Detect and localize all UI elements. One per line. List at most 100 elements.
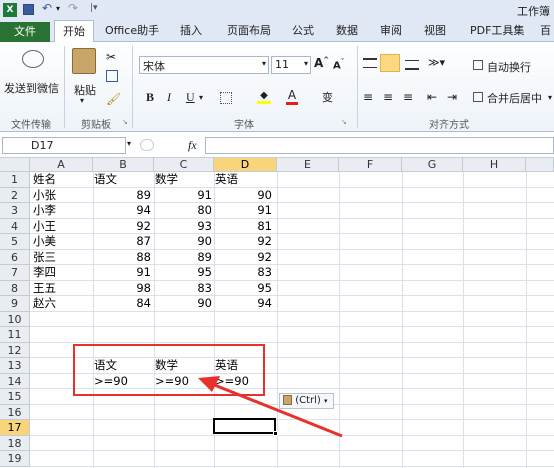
paste-options-button[interactable]: (Ctrl) ▾ bbox=[279, 393, 334, 409]
orientation-icon[interactable]: ≫▾ bbox=[428, 56, 445, 69]
table-cell[interactable]: 92 bbox=[216, 234, 272, 249]
table-cell[interactable]: 80 bbox=[156, 203, 212, 218]
format-painter-icon[interactable]: 🖌 bbox=[106, 92, 121, 106]
table-cell[interactable]: 91 bbox=[95, 265, 151, 280]
table-cell[interactable]: 小王 bbox=[33, 219, 56, 234]
row-header[interactable]: 9 bbox=[0, 296, 30, 312]
tab-office-assistant[interactable]: Office助手 bbox=[105, 20, 159, 42]
table-cell[interactable]: 94 bbox=[216, 296, 272, 311]
select-all-corner[interactable] bbox=[0, 158, 30, 172]
table-cell[interactable]: 81 bbox=[216, 219, 272, 234]
copy-icon[interactable] bbox=[106, 70, 118, 82]
table-cell[interactable]: 张三 bbox=[33, 250, 56, 265]
align-top-icon[interactable] bbox=[363, 58, 377, 68]
undo-icon[interactable]: ↶ bbox=[42, 1, 52, 15]
row-header[interactable]: 12 bbox=[0, 342, 30, 358]
formula-input[interactable] bbox=[205, 137, 554, 154]
table-cell[interactable]: 93 bbox=[156, 219, 212, 234]
tab-pdf-tools[interactable]: PDF工具集 bbox=[470, 20, 524, 42]
header-cell[interactable]: 姓名 bbox=[33, 172, 56, 187]
table-cell[interactable]: 84 bbox=[95, 296, 151, 311]
table-cell[interactable]: 小美 bbox=[33, 234, 56, 249]
bold-button[interactable]: B bbox=[146, 90, 154, 105]
decrease-indent-icon[interactable]: ⇤ bbox=[427, 90, 437, 104]
header-cell[interactable]: 英语 bbox=[215, 172, 238, 187]
table-cell[interactable]: 87 bbox=[95, 234, 151, 249]
tab-file[interactable]: 文件 bbox=[0, 22, 50, 42]
table-cell[interactable]: 91 bbox=[156, 188, 212, 203]
row-header[interactable]: 6 bbox=[0, 249, 30, 265]
font-color-icon[interactable]: A bbox=[286, 88, 298, 105]
underline-button[interactable]: U bbox=[186, 90, 195, 105]
column-header-f[interactable]: F bbox=[339, 158, 402, 172]
align-bottom-icon[interactable] bbox=[405, 60, 419, 70]
increase-indent-icon[interactable]: ⇥ bbox=[447, 90, 457, 104]
column-header-partial[interactable] bbox=[526, 158, 554, 172]
paste-dropdown-icon[interactable]: ▾ bbox=[80, 96, 84, 105]
tab-review[interactable]: 审阅 bbox=[380, 20, 402, 42]
table-cell[interactable]: 90 bbox=[216, 188, 272, 203]
table-cell[interactable]: 83 bbox=[216, 265, 272, 280]
table-cell[interactable]: 83 bbox=[156, 281, 212, 296]
row-header[interactable]: 2 bbox=[0, 187, 30, 203]
table-cell[interactable]: 李四 bbox=[33, 265, 56, 280]
align-middle-icon[interactable] bbox=[380, 54, 400, 72]
table-cell[interactable]: 90 bbox=[156, 296, 212, 311]
row-header[interactable]: 11 bbox=[0, 327, 30, 343]
table-cell[interactable]: 小张 bbox=[33, 188, 56, 203]
row-header[interactable]: 17 bbox=[0, 420, 30, 436]
table-cell[interactable]: 94 bbox=[95, 203, 151, 218]
dialog-launcher-icon[interactable]: ↘ bbox=[341, 118, 347, 126]
fill-handle[interactable] bbox=[273, 431, 278, 436]
column-header-d[interactable]: D bbox=[214, 158, 277, 172]
quick-access-customize-icon[interactable]: |▾ bbox=[90, 3, 98, 13]
name-box-dropdown-icon[interactable]: ▾ bbox=[127, 139, 131, 148]
row-header[interactable]: 10 bbox=[0, 311, 30, 327]
tab-insert[interactable]: 插入 bbox=[180, 20, 202, 42]
wrap-text-button[interactable]: 自动换行 bbox=[487, 59, 531, 75]
name-box[interactable]: D17 bbox=[2, 137, 126, 154]
column-header-a[interactable]: A bbox=[30, 158, 93, 172]
row-header[interactable]: 13 bbox=[0, 358, 30, 374]
align-center-icon[interactable]: ≡ bbox=[383, 90, 393, 104]
font-size-select[interactable]: 11 ▾ bbox=[271, 56, 311, 74]
tab-more[interactable]: 百 bbox=[540, 20, 551, 42]
fill-color-icon[interactable]: ◆ bbox=[257, 90, 271, 104]
undo-dropdown-icon[interactable]: ▾ bbox=[56, 4, 60, 13]
italic-button[interactable]: I bbox=[167, 90, 171, 105]
table-cell[interactable]: 89 bbox=[156, 250, 212, 265]
row-header[interactable]: 5 bbox=[0, 234, 30, 250]
active-cell-d17[interactable] bbox=[213, 418, 278, 436]
row-header[interactable]: 14 bbox=[0, 373, 30, 389]
send-to-wechat-button[interactable]: 发送到微信 bbox=[4, 80, 59, 96]
table-cell[interactable]: 90 bbox=[156, 234, 212, 249]
tab-view[interactable]: 视图 bbox=[424, 20, 446, 42]
table-cell[interactable]: 小李 bbox=[33, 203, 56, 218]
table-cell[interactable]: 98 bbox=[95, 281, 151, 296]
table-cell[interactable]: 王五 bbox=[33, 281, 56, 296]
tab-data[interactable]: 数据 bbox=[336, 20, 358, 42]
row-header[interactable]: 16 bbox=[0, 404, 30, 420]
table-cell[interactable]: 88 bbox=[95, 250, 151, 265]
paste-icon[interactable] bbox=[72, 48, 96, 74]
column-header-e[interactable]: E bbox=[277, 158, 339, 172]
tab-formulas[interactable]: 公式 bbox=[292, 20, 314, 42]
column-header-h[interactable]: H bbox=[463, 158, 526, 172]
table-cell[interactable]: 92 bbox=[95, 219, 151, 234]
tab-home[interactable]: 开始 bbox=[54, 20, 94, 43]
table-cell[interactable]: 92 bbox=[216, 250, 272, 265]
row-header[interactable]: 19 bbox=[0, 451, 30, 467]
dialog-launcher-icon[interactable]: ↘ bbox=[122, 118, 128, 126]
table-cell[interactable]: 赵六 bbox=[33, 296, 56, 311]
header-cell[interactable]: 语文 bbox=[94, 172, 117, 187]
row-header[interactable]: 3 bbox=[0, 203, 30, 219]
cut-icon[interactable]: ✂ bbox=[106, 50, 116, 64]
table-cell[interactable]: 95 bbox=[216, 281, 272, 296]
table-cell[interactable]: 91 bbox=[216, 203, 272, 218]
merge-center-button[interactable]: 合并后居中 bbox=[487, 90, 542, 106]
merge-dropdown-icon[interactable]: ▾ bbox=[548, 93, 552, 102]
row-header[interactable]: 7 bbox=[0, 265, 30, 281]
align-left-icon[interactable]: ≡ bbox=[363, 90, 373, 104]
row-header[interactable]: 18 bbox=[0, 435, 30, 451]
column-header-g[interactable]: G bbox=[402, 158, 463, 172]
